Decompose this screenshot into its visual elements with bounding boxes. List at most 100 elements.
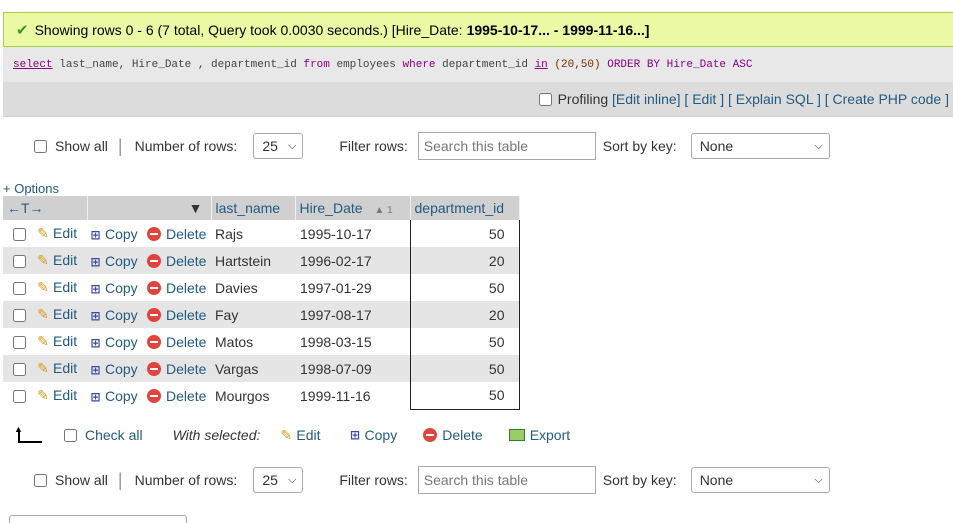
row-delete-button[interactable]: Delete (147, 247, 211, 274)
copy-icon: ⊞ (90, 389, 100, 404)
cell-last-name: Matos (215, 333, 254, 350)
row-delete-button[interactable]: Delete (147, 301, 211, 328)
row-copy-label: Copy (105, 360, 138, 377)
column-label: Hire_Date (299, 200, 363, 216)
cell-department-id: 50 (409, 220, 520, 247)
delete-icon (147, 307, 161, 322)
copy-icon: ⊞ (90, 335, 100, 350)
row-delete-button[interactable]: Delete (147, 355, 211, 382)
column-arrows[interactable]: ←T→ (3, 196, 88, 220)
cell-department-id: 20 (409, 301, 520, 328)
cell-hire-date: 1997-08-17 (300, 306, 372, 323)
row-delete-label: Delete (166, 225, 207, 242)
sql-select-keyword[interactable]: select (13, 59, 53, 71)
table-row: ✎ Edit ⊞ Copy Delete Vargas 1998-07-09 50 (3, 355, 520, 382)
results-table: ←T→ ▼ last_name Hire_Date ▲ 1 department… (3, 196, 520, 410)
arrow-up-icon: ▲ (14, 424, 42, 443)
bulk-export-button[interactable]: Export (508, 427, 570, 443)
edit-inline-link[interactable]: [Edit inline] (612, 91, 680, 107)
table-row: ✎ Edit ⊞ Copy Delete Mourgos 1999-11-16 50 (3, 382, 520, 410)
query-box-edge (9, 515, 187, 523)
cell-hire-date: 1998-07-09 (300, 360, 372, 377)
sql-values: (20,50) (554, 58, 601, 71)
bulk-edit-button[interactable]: ✎ Edit (278, 427, 321, 444)
column-header-hire-date[interactable]: Hire_Date ▲ 1 (295, 196, 411, 220)
column-label: last_name (215, 200, 281, 216)
options-link[interactable]: + Options (3, 181, 59, 196)
delete-icon (147, 334, 161, 349)
row-edit-label: Edit (53, 252, 78, 268)
table-row: ✎ Edit ⊞ Copy Delete Rajs 1995-10-17 50 (3, 220, 520, 247)
profiling-checkbox[interactable] (538, 92, 552, 106)
row-edit-label: Edit (53, 306, 78, 322)
create-php-link[interactable]: [ Create PHP code ] (825, 91, 949, 107)
row-copy-button[interactable]: ⊞ Copy (87, 247, 147, 274)
row-edit-button[interactable]: ✎ Edit (35, 382, 87, 409)
edit-query-link[interactable]: [ Edit ] (684, 91, 724, 107)
row-copy-label: Copy (105, 279, 138, 296)
column-menu-toggle[interactable]: ▼ (87, 196, 212, 220)
row-edit-button[interactable]: ✎ Edit (35, 355, 87, 382)
success-range: 1995-10-17... - 1999-11-16...] (466, 21, 650, 38)
bulk-copy-button[interactable]: ⊞ Copy (347, 427, 397, 443)
row-edit-button[interactable]: ✎ Edit (35, 301, 87, 328)
row-delete-label: Delete (166, 252, 207, 269)
column-header-department-id[interactable]: department_id (410, 196, 520, 220)
row-copy-button[interactable]: ⊞ Copy (87, 274, 147, 301)
row-checkbox[interactable] (12, 363, 26, 377)
row-delete-label: Delete (166, 360, 207, 377)
filter-rows-input[interactable]: Search this table (417, 466, 596, 494)
delete-icon (147, 280, 161, 295)
row-checkbox[interactable] (12, 390, 26, 404)
delete-icon (147, 388, 161, 403)
check-all-link[interactable]: Check all (85, 427, 143, 443)
num-rows-select[interactable]: 25 ⌵ (253, 133, 304, 159)
explain-sql-link[interactable]: [ Explain SQL ] (728, 91, 821, 107)
row-delete-button[interactable]: Delete (147, 382, 211, 409)
row-copy-button[interactable]: ⊞ Copy (87, 301, 147, 328)
check-all-checkbox[interactable] (64, 428, 77, 442)
sort-key-select[interactable]: None ⌵ (690, 467, 830, 493)
row-checkbox-cell (3, 328, 35, 355)
show-all-checkbox[interactable] (34, 473, 47, 487)
row-copy-button[interactable]: ⊞ Copy (87, 382, 147, 409)
sql-from-keyword: from (303, 58, 330, 71)
column-label: department_id (414, 200, 505, 216)
table-row: ✎ Edit ⊞ Copy Delete Davies 1997-01-29 50 (3, 274, 520, 301)
bulk-delete-button[interactable]: Delete (423, 427, 483, 443)
row-copy-button[interactable]: ⊞ Copy (87, 220, 147, 247)
sql-in-keyword[interactable]: in (535, 59, 548, 71)
show-all-checkbox[interactable] (34, 139, 47, 153)
column-header-last-name[interactable]: last_name (211, 196, 296, 220)
cell-hire-date: 1998-03-15 (300, 333, 372, 350)
row-delete-button[interactable]: Delete (147, 328, 211, 355)
success-text: Showing rows 0 - 6 (7 total, Query took … (34, 21, 463, 38)
row-checkbox[interactable] (12, 282, 26, 296)
filter-rows-input[interactable]: Search this table (417, 132, 596, 160)
row-edit-button[interactable]: ✎ Edit (35, 220, 87, 247)
cell-last-name: Hartstein (215, 252, 272, 269)
row-checkbox[interactable] (12, 228, 26, 242)
row-checkbox[interactable] (12, 255, 26, 269)
row-checkbox[interactable] (12, 336, 26, 350)
sort-key-select[interactable]: None ⌵ (690, 133, 830, 159)
num-rows-select[interactable]: 25 ⌵ (253, 467, 304, 493)
row-edit-button[interactable]: ✎ Edit (35, 328, 87, 355)
cell-last-name: Fay (215, 306, 239, 323)
row-edit-button[interactable]: ✎ Edit (35, 274, 87, 301)
cell-last-name: Davies (215, 279, 258, 296)
copy-icon: ⊞ (90, 227, 100, 242)
filter-rows-label: Filter rows: (339, 138, 408, 154)
cell-hire-date: 1996-02-17 (300, 252, 372, 269)
pencil-icon: ✎ (37, 333, 49, 349)
row-edit-button[interactable]: ✎ Edit (35, 247, 87, 274)
row-copy-button[interactable]: ⊞ Copy (87, 328, 147, 355)
cell-department-id: 50 (409, 355, 520, 382)
row-checkbox[interactable] (12, 309, 26, 323)
row-copy-button[interactable]: ⊞ Copy (87, 355, 147, 382)
row-delete-button[interactable]: Delete (147, 274, 211, 301)
navigation-bottom: Show all | Number of rows: 25 ⌵ Filter ro… (0, 463, 953, 497)
row-delete-button[interactable]: Delete (147, 220, 211, 247)
row-edit-label: Edit (53, 225, 78, 241)
row-edit-label: Edit (53, 387, 78, 403)
